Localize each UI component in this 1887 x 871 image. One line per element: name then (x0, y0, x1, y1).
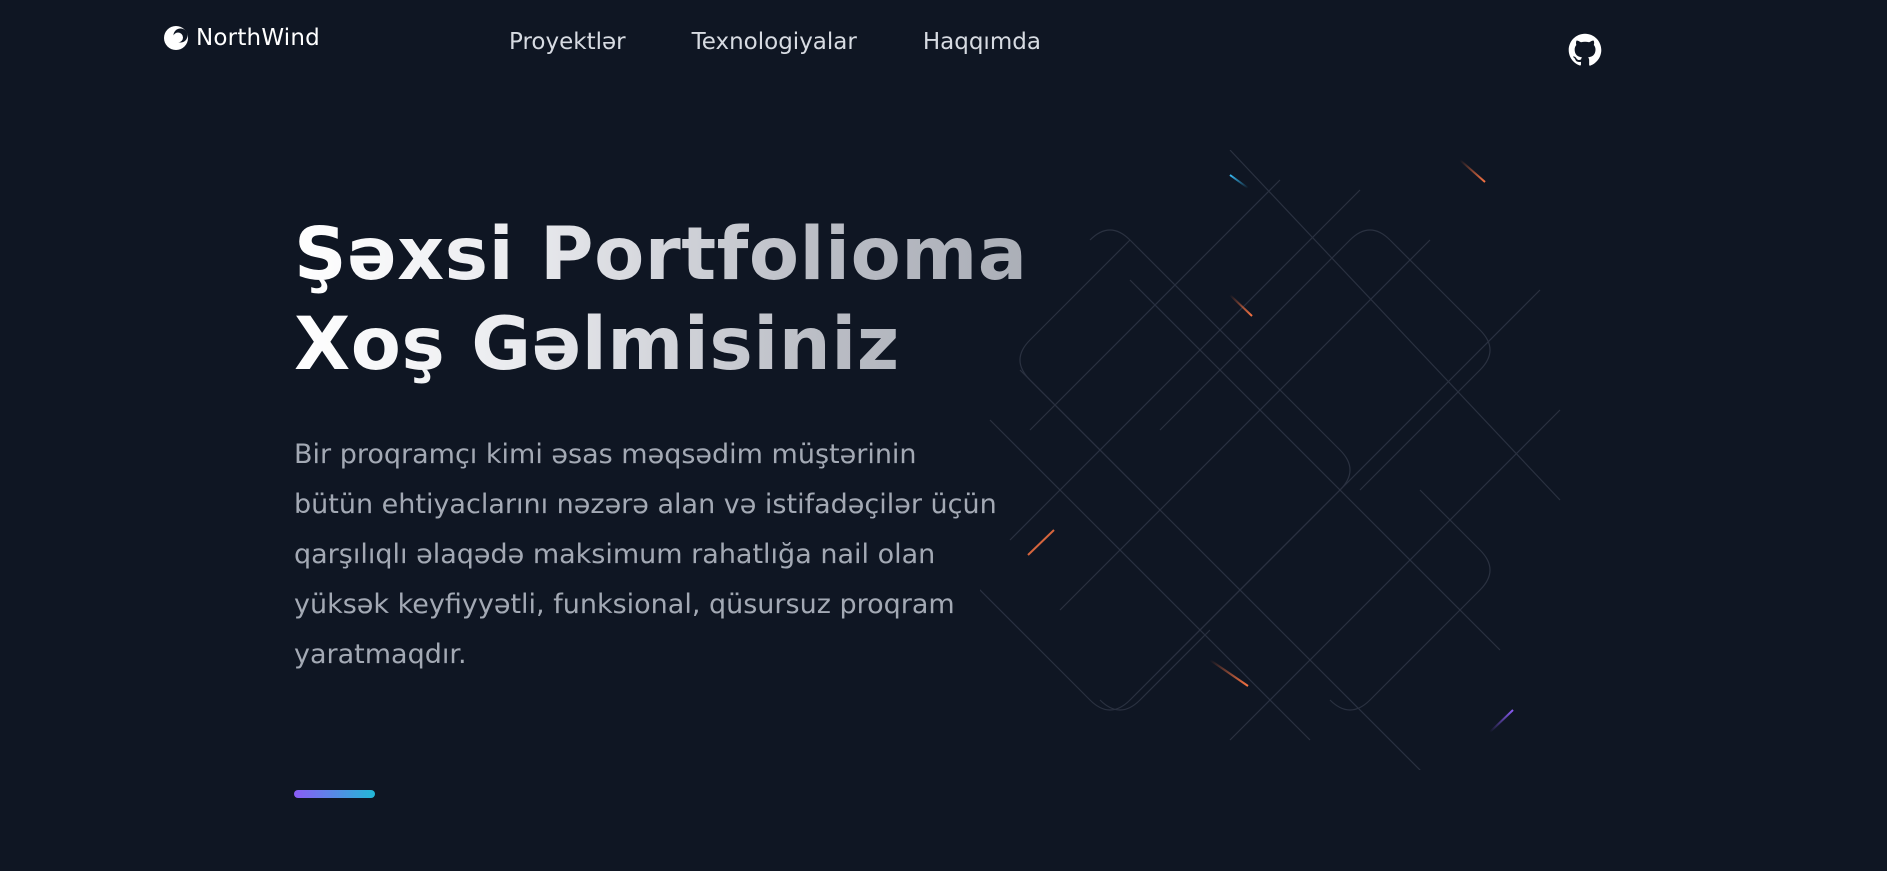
hero-description: Bir proqramçı kimi əsas məqsədim müştəri… (294, 439, 997, 670)
github-link[interactable] (1568, 33, 1602, 67)
brand-link[interactable]: NorthWind (162, 24, 320, 52)
github-icon (1568, 33, 1602, 66)
nav-link-technologies[interactable]: Texnologiyalar (692, 24, 857, 60)
hero-title: Şəxsi Portfolioma Xoş Gəlmisiniz (294, 210, 1054, 390)
landing-page: NorthWind Proyektlər Texnologiyalar Haqq… (0, 0, 1887, 871)
brand-name: NorthWind (196, 25, 320, 51)
hero-title-line-1: Şəxsi Portfolioma (294, 212, 1028, 297)
decorative-grid-diagram (980, 150, 1561, 770)
northwind-logo-icon (164, 26, 188, 50)
nav-link-about[interactable]: Haqqımda (923, 24, 1041, 60)
hero-title-line-2: Xoş Gəlmisiniz (294, 302, 900, 387)
main-nav: Proyektlər Texnologiyalar Haqqımda (509, 24, 1041, 60)
nav-link-projects[interactable]: Proyektlər (509, 24, 626, 60)
accent-bar (294, 790, 375, 798)
